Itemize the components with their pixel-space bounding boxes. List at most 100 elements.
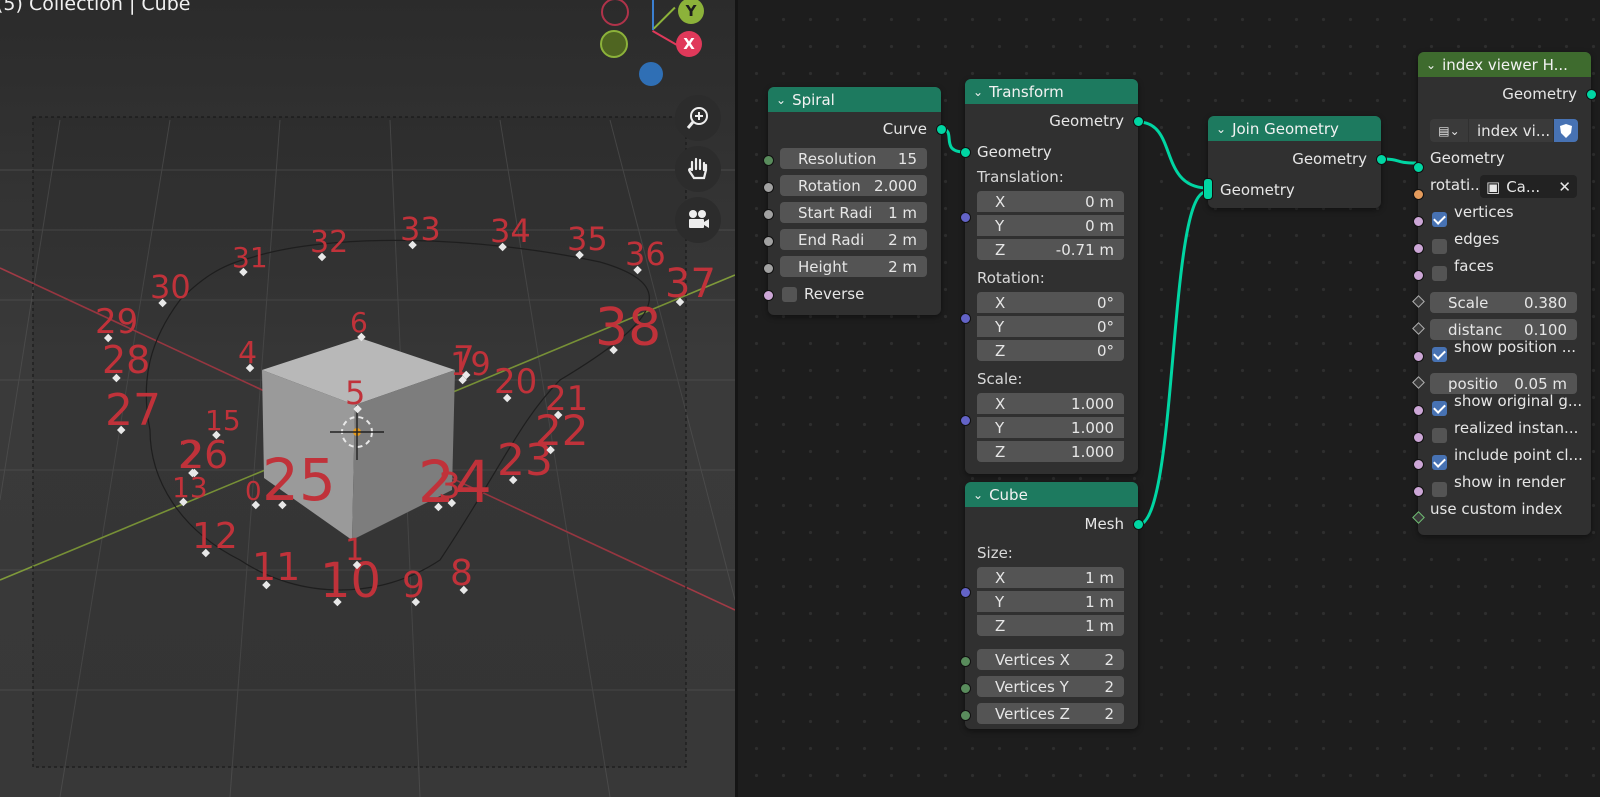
vertex-index-label: 33 (400, 210, 441, 248)
socket-reverse[interactable] (763, 290, 774, 301)
end-radius-field[interactable]: End Radi 2 m (780, 229, 927, 250)
realized-checkbox[interactable] (1432, 428, 1447, 443)
join-geometry-node[interactable]: ⌄ Join Geometry Geometry Geometry (1203, 116, 1387, 208)
fake-user-button[interactable] (1554, 119, 1578, 142)
curve-output-socket[interactable] (936, 124, 947, 135)
translation-x-field[interactable]: X0 m (977, 191, 1124, 212)
gizmo-x[interactable]: X (676, 31, 702, 57)
gizmo-neg-y[interactable] (600, 30, 628, 58)
collapse-chevron-icon[interactable]: ⌄ (776, 93, 786, 107)
scale-z-field[interactable]: Z 1.000 (977, 441, 1124, 462)
show-in-render-checkbox[interactable] (1432, 482, 1447, 497)
collapse-chevron-icon[interactable]: ⌄ (973, 85, 983, 99)
hand-icon (688, 157, 708, 180)
camera-icon (689, 210, 709, 228)
socket-height[interactable] (763, 263, 774, 274)
show-position-checkbox[interactable] (1432, 347, 1447, 362)
scale-field[interactable]: Scale 0.380 (1430, 292, 1577, 313)
rotation-object-field[interactable]: ▣ Ca... ✕ (1480, 175, 1577, 198)
vertices-y-field[interactable]: Vertices Y2 (977, 676, 1124, 697)
edges-label: edges (1454, 230, 1500, 248)
rotation-y-field[interactable]: Y 0° (977, 316, 1124, 337)
size-y-field[interactable]: Y1 m (977, 591, 1124, 612)
socket-include-point-cloud[interactable] (1413, 459, 1424, 470)
size-z-field[interactable]: Z1 m (977, 615, 1124, 636)
vertex-index-label: 12 (192, 516, 238, 557)
zoom-button[interactable] (675, 95, 721, 141)
3d-viewport[interactable]: 31 32 33 34 35 36 37 38 30 29 28 27 26 25 24 23 22 21 20 19… (0, 0, 735, 797)
height-field[interactable]: Height 2 m (780, 256, 927, 277)
socket-end-radius[interactable] (763, 236, 774, 247)
vertex-index-label: 35 (567, 220, 608, 258)
socket-vertices[interactable] (1413, 216, 1424, 227)
camera-button[interactable] (675, 197, 721, 243)
size-x-field[interactable]: X1 m (977, 567, 1124, 588)
size-label: Size: (977, 544, 1013, 562)
socket-show-in-render[interactable] (1413, 486, 1424, 497)
collapse-chevron-icon[interactable]: ⌄ (1426, 58, 1436, 72)
socket-show-position[interactable] (1413, 351, 1424, 362)
spiral-node-header[interactable]: ⌄ Spiral (768, 87, 941, 112)
cube-node[interactable]: ⌄ Cube Mesh Size: X1 m Y1 m Z1 m Vertices… (960, 482, 1144, 729)
spiral-node[interactable]: ⌄ Spiral Curve Resolution 15 Rotation 2.000… (763, 87, 947, 315)
reverse-checkbox[interactable] (782, 287, 797, 302)
vertex-index-label: 1 (345, 533, 364, 568)
socket-rotation[interactable] (960, 313, 971, 324)
socket-rotation[interactable] (1413, 189, 1424, 200)
rotation-z-field[interactable]: Z 0° (977, 340, 1124, 361)
vertex-index-label: 36 (625, 235, 666, 273)
node-group-selector[interactable]: ▤⌄ (1430, 119, 1468, 142)
edges-checkbox[interactable] (1432, 239, 1447, 254)
show-original-checkbox[interactable] (1432, 401, 1447, 416)
vertex-index-label: 2 (178, 433, 202, 477)
distance-field[interactable]: distanc 0.100 (1430, 319, 1577, 340)
collapse-chevron-icon[interactable]: ⌄ (973, 488, 983, 502)
socket-show-original[interactable] (1413, 405, 1424, 416)
socket-faces[interactable] (1413, 270, 1424, 281)
socket-translation[interactable] (960, 212, 971, 223)
node-editor[interactable]: ⌄ Spiral Curve Resolution 15 Rotation 2.000… (738, 0, 1600, 797)
rotation-x-field[interactable]: X 0° (977, 292, 1124, 313)
index-viewer-node[interactable]: ⌄ index viewer H... Geometry ▤⌄ index vi.… (1412, 52, 1597, 535)
index-viewer-node-header[interactable]: ⌄ index viewer H... (1418, 52, 1591, 77)
socket-edges[interactable] (1413, 243, 1424, 254)
socket-rotation[interactable] (763, 182, 774, 193)
translation-z-field[interactable]: Z -0.71 m (977, 239, 1124, 260)
link-cube-join (1137, 190, 1207, 527)
faces-checkbox[interactable] (1432, 266, 1447, 281)
mesh-output-socket[interactable] (1133, 519, 1144, 530)
resolution-field[interactable]: Resolution 15 (780, 148, 927, 169)
cube-node-header[interactable]: ⌄ Cube (965, 482, 1138, 507)
socket-size[interactable] (960, 587, 971, 598)
vertices-x-field[interactable]: Vertices X2 (977, 649, 1124, 670)
socket-resolution[interactable] (763, 155, 774, 166)
include-point-cloud-checkbox[interactable] (1432, 455, 1447, 470)
scale-y-field[interactable]: Y 1.000 (977, 417, 1124, 438)
socket-realized[interactable] (1413, 432, 1424, 443)
geometry-output-socket[interactable] (1133, 116, 1144, 127)
vertices-z-field[interactable]: Vertices Z2 (977, 703, 1124, 724)
translation-y-field[interactable]: Y0 m (977, 215, 1124, 236)
transform-node-header[interactable]: ⌄ Transform (965, 79, 1138, 104)
join-geometry-node-header[interactable]: ⌄ Join Geometry (1208, 116, 1381, 141)
geometry-output-socket[interactable] (1586, 89, 1597, 100)
socket-vertices-y[interactable] (960, 683, 971, 694)
gizmo-neg-z[interactable] (639, 62, 663, 86)
socket-vertices-x[interactable] (960, 656, 971, 667)
geometry-output-socket[interactable] (1376, 154, 1387, 165)
socket-vertices-z[interactable] (960, 710, 971, 721)
clear-icon[interactable]: ✕ (1558, 178, 1571, 196)
transform-node[interactable]: ⌄ Transform Geometry Geometry Translation… (960, 79, 1144, 474)
vertex-index-label: 28 (102, 338, 150, 382)
scale-x-field[interactable]: X 1.000 (977, 393, 1124, 414)
vertices-checkbox[interactable] (1432, 212, 1447, 227)
pan-button[interactable] (675, 146, 721, 192)
socket-scale[interactable] (960, 415, 971, 426)
collapse-chevron-icon[interactable]: ⌄ (1216, 122, 1226, 136)
geometry-input-socket[interactable] (1413, 162, 1424, 173)
rotation-field[interactable]: Rotation 2.000 (780, 175, 927, 196)
socket-start-radius[interactable] (763, 209, 774, 220)
position-field[interactable]: positio 0.05 m (1430, 373, 1577, 394)
start-radius-field[interactable]: Start Radi 1 m (780, 202, 927, 223)
node-group-name[interactable]: index vi... (1469, 119, 1553, 142)
